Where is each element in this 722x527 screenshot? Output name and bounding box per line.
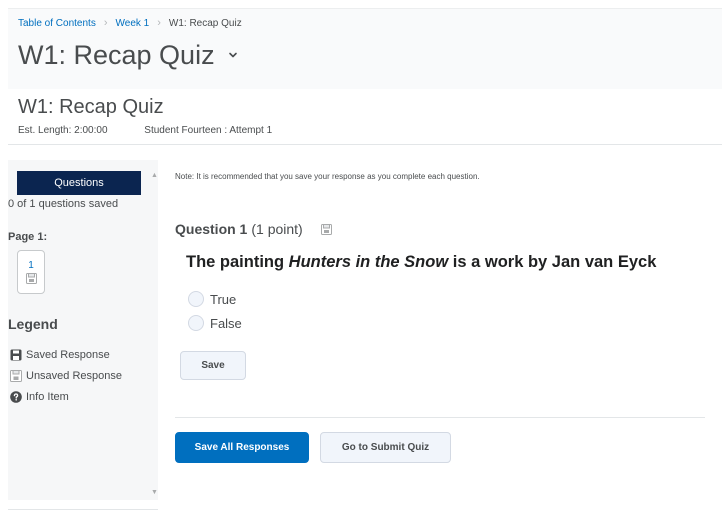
question-page-number[interactable]: 1	[18, 260, 44, 271]
quiz-title: W1: Recap Quiz	[18, 96, 164, 118]
question-text: The painting Hunters in the Snow is a wo…	[186, 253, 656, 272]
attempt-info: Student Fourteen : Attempt 1	[144, 125, 273, 136]
question-text-start: The painting	[186, 253, 289, 271]
chevron-down-icon[interactable]	[227, 49, 239, 61]
radio-true[interactable]	[188, 291, 204, 307]
option-true-label: True	[210, 291, 237, 307]
question-page-link[interactable]: 1	[17, 250, 45, 294]
est-length: Est. Length: 2:00:00	[18, 125, 108, 136]
save-note: Note: It is recommended that you save yo…	[175, 172, 480, 181]
page-title-text: W1: Recap Quiz	[18, 40, 215, 70]
breadcrumb-separator: ›	[157, 17, 161, 29]
go-to-submit-quiz-button[interactable]: Go to Submit Quiz	[320, 432, 451, 463]
save-button[interactable]: Save	[180, 351, 246, 380]
legend-saved-label: Saved Response	[26, 349, 110, 361]
unsaved-disk-icon	[25, 273, 37, 284]
breadcrumb: Table of Contents › Week 1 › W1: Recap Q…	[18, 17, 242, 29]
option-false[interactable]: False	[188, 315, 242, 331]
legend-title: Legend	[8, 316, 58, 332]
question-points: (1 point)	[251, 221, 303, 237]
radio-false[interactable]	[188, 315, 204, 331]
sidebar-divider	[8, 509, 158, 510]
breadcrumb-week-1[interactable]: Week 1	[116, 18, 150, 29]
breadcrumb-current: W1: Recap Quiz	[168, 17, 242, 29]
page-title[interactable]: W1: Recap Quiz	[18, 37, 239, 73]
quiz-meta: Est. Length: 2:00:00 Student Fourteen : …	[18, 125, 272, 136]
floppy-disk-icon	[10, 349, 22, 361]
breadcrumb-table-of-contents[interactable]: Table of Contents	[18, 18, 96, 29]
legend-info: Info Item	[10, 391, 69, 403]
questions-sidebar: ▲ Questions 0 of 1 questions saved Page …	[8, 160, 158, 500]
page-label: Page 1:	[8, 231, 48, 243]
unsaved-disk-icon	[10, 370, 22, 382]
legend-unsaved-label: Unsaved Response	[26, 370, 123, 382]
questions-tab[interactable]: Questions	[17, 171, 141, 195]
legend-unsaved: Unsaved Response	[10, 370, 122, 382]
content-divider	[175, 417, 705, 418]
unsaved-disk-icon	[320, 223, 332, 235]
header-divider	[8, 144, 722, 145]
legend-info-label: Info Item	[26, 391, 69, 403]
save-all-responses-button[interactable]: Save All Responses	[175, 432, 309, 463]
saved-count: 0 of 1 questions saved	[8, 198, 119, 210]
scroll-down-icon[interactable]: ▼	[151, 489, 158, 496]
question-header: Question 1 (1 point)	[175, 221, 332, 237]
option-true[interactable]: True	[188, 291, 236, 307]
question-circle-icon	[10, 391, 22, 403]
scroll-up-icon[interactable]: ▲	[151, 172, 158, 179]
legend-saved: Saved Response	[10, 349, 110, 361]
question-text-end: is a work by Jan van Eyck	[448, 253, 657, 271]
question-number: Question 1	[175, 221, 248, 237]
question-text-artwork: Hunters in the Snow	[288, 253, 449, 271]
breadcrumb-separator: ›	[103, 17, 108, 29]
option-false-label: False	[210, 315, 242, 331]
